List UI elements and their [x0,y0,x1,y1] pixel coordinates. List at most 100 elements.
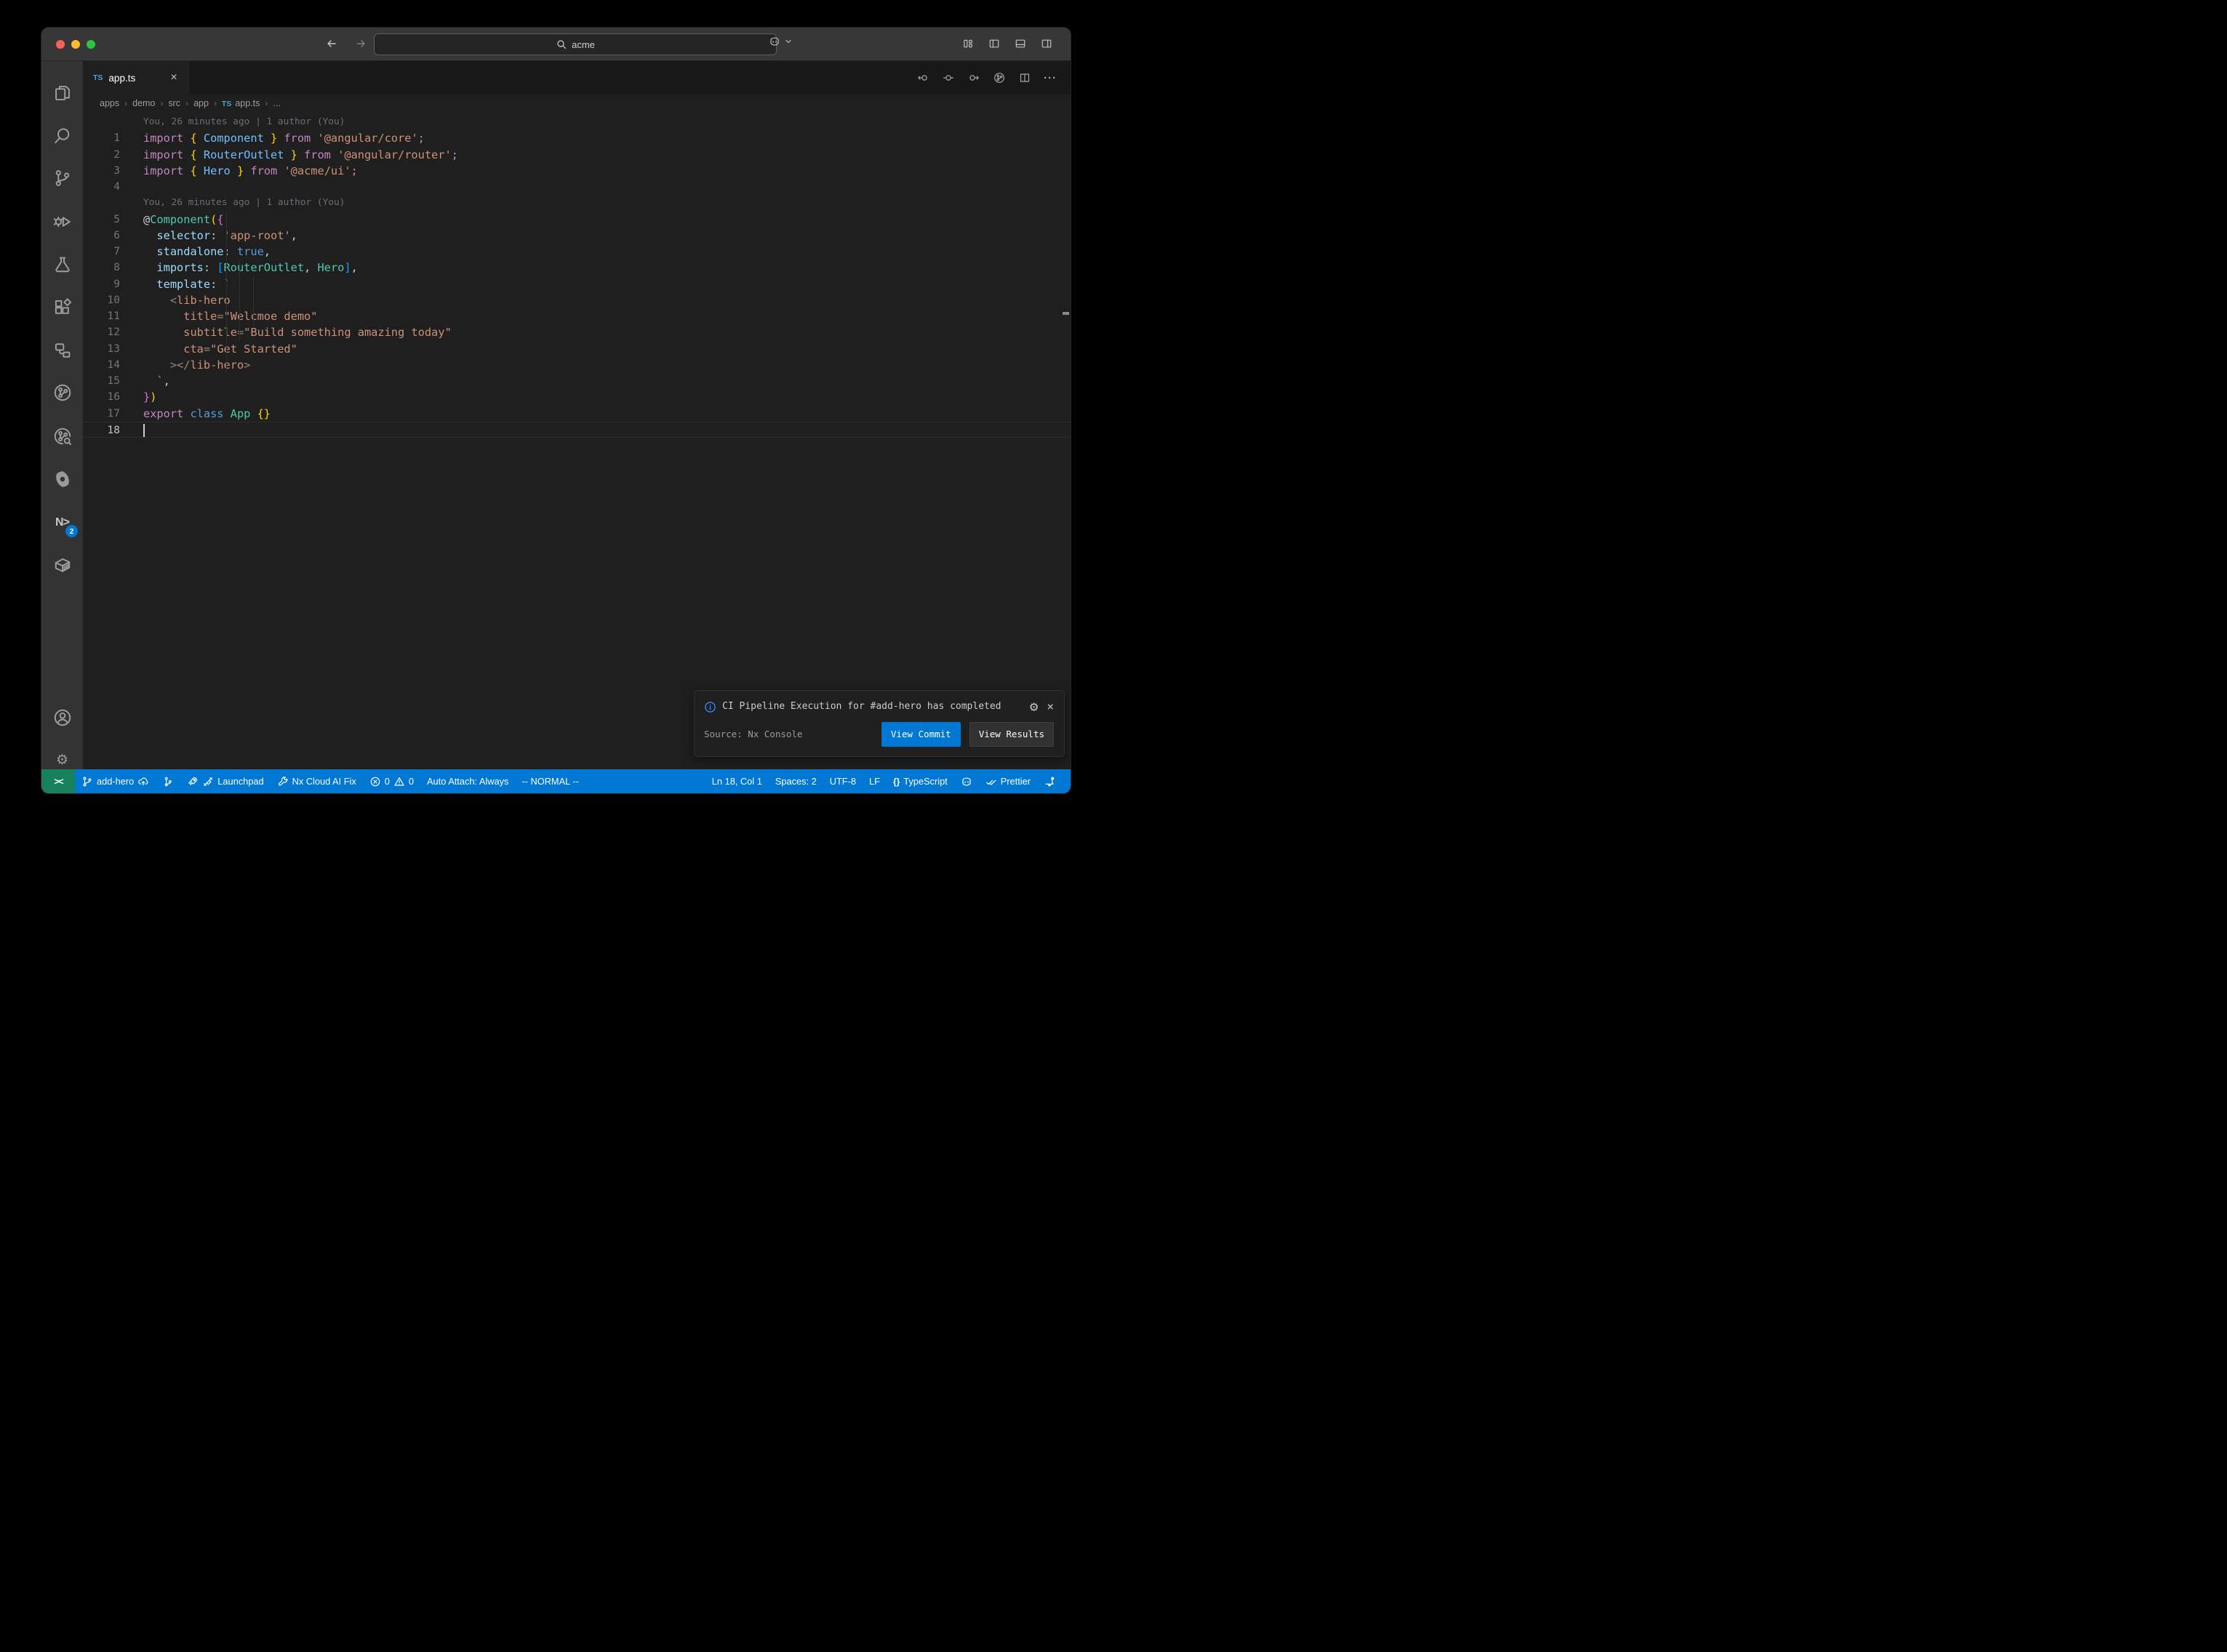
status-item-encoding[interactable]: UTF-8 [823,769,863,793]
breadcrumb-item[interactable]: src [168,98,180,108]
next-change-icon[interactable] [967,71,981,85]
braces-icon: {} [893,777,900,787]
breadcrumb-separator: › [124,98,127,108]
activity-badge: 2 [65,525,78,537]
more-actions-icon[interactable]: ··· [1043,71,1057,85]
error-icon [369,776,381,787]
code-line: 5@Component({ [83,212,1071,228]
notification-close-icon[interactable]: × [1047,699,1054,715]
code-line: 9 template: ` [83,276,1071,292]
code-line: 15 `, [83,373,1071,389]
status-item-language[interactable]: {}TypeScript [887,769,954,793]
status-item-auto-attach[interactable]: Auto Attach: Always [420,769,515,793]
breadcrumb-item[interactable]: ... [273,98,280,108]
view-commit-button[interactable]: View Commit [881,722,961,747]
activity-item-nx-cloud[interactable] [50,467,74,491]
code-editor[interactable]: You, 26 minutes ago | 1 author (You)1imp… [83,111,1071,769]
traffic-lights [56,40,95,49]
customize-layout-icon[interactable] [960,36,976,52]
view-results-button[interactable]: View Results [969,722,1054,747]
status-item-launchpad[interactable]: Launchpad [180,769,270,793]
code-line: 11 title="Welcmoe demo" [83,308,1071,324]
prev-change-icon[interactable] [916,71,930,85]
notification-buttons: View Commit View Results [881,722,1054,747]
zoom-window-button[interactable] [87,40,95,49]
activity-item-gitlens-search[interactable] [50,424,74,448]
activity-item-settings[interactable]: ⚙ [50,748,74,772]
editor-actions: ··· [916,61,1071,95]
minimize-window-button[interactable] [71,40,80,49]
chevron-down-icon [783,36,794,47]
panel-left-icon[interactable] [986,36,1002,52]
indent-guide [239,260,240,341]
open-changes-icon[interactable] [941,71,956,85]
breadcrumb-item[interactable]: apps [100,98,119,108]
status-item-formatter[interactable]: Prettier [979,769,1037,793]
breadcrumb-item[interactable]: TSapp.ts [222,98,260,108]
status-item-branch[interactable]: add-hero [75,769,156,793]
line-number: 15 [83,373,143,389]
indent-guide [253,276,254,325]
activity-item-containers[interactable] [50,553,74,577]
search-value: acme [572,39,595,50]
activity-item-search[interactable] [50,124,74,148]
remote-indicator[interactable]: >< [41,769,75,793]
code-line: 8 imports: [RouterOutlet, Hero], [83,260,1071,276]
activity-item-gitlens[interactable] [50,380,74,404]
status-right: Ln 18, Col 1Spaces: 2UTF-8LF{}TypeScript… [705,769,1071,793]
command-center-search[interactable]: acme [374,33,777,55]
circled-branch-icon[interactable] [992,71,1007,85]
blame-annotation: You, 26 minutes ago | 1 author (You) [83,195,1071,211]
status-item-problems[interactable]: 00 [363,769,420,793]
activity-item-extensions[interactable] [50,295,74,319]
breadcrumb-separator: › [265,98,268,108]
activity-item-run-and-debug[interactable] [50,209,74,233]
panel-bottom-icon[interactable] [1012,36,1028,52]
close-tab-icon[interactable]: × [167,71,181,85]
code-line: 7 standalone: true, [83,244,1071,260]
close-window-button[interactable] [56,40,65,49]
remote-icon: >< [54,776,62,787]
circled-branch-search-icon [53,427,72,446]
activity-item-accounts[interactable] [50,705,74,729]
activity-item-explorer[interactable] [50,81,74,105]
tab-app-ts[interactable]: TS app.ts × [83,61,189,95]
blame-annotation: You, 26 minutes ago | 1 author (You) [83,114,1071,130]
double-check-icon [985,776,997,787]
status-item-eol[interactable]: LF [863,769,887,793]
panel-right-icon[interactable] [1039,36,1055,52]
gear-icon: ⚙ [56,753,68,768]
status-item-copilot[interactable] [954,769,979,793]
status-item-nx-cloud-ai-fix[interactable]: Nx Cloud AI Fix [271,769,363,793]
search-icon [556,39,567,50]
activity-item-source-control[interactable] [50,166,74,190]
line-number: 4 [83,179,143,195]
status-item-commit-graph[interactable] [156,769,180,793]
notification-settings-icon[interactable]: ⚙ [1030,700,1038,714]
rocket-icon [187,776,199,787]
split-editor-icon[interactable] [1017,71,1032,85]
line-number: 3 [83,163,143,179]
copilot-menu[interactable] [769,36,794,47]
activity-item-testing[interactable] [50,252,74,276]
activity-item-project-structure[interactable] [50,338,74,362]
status-item-vim-mode[interactable]: -- NORMAL -- [515,769,585,793]
code-line: 16}) [83,389,1071,405]
line-number: 5 [83,212,143,228]
code-line: 13 cta="Get Started" [83,341,1071,357]
breadcrumb-item[interactable]: demo [132,98,155,108]
status-item-notifications[interactable] [1037,769,1062,793]
status-left: add-hero LaunchpadNx Cloud AI Fix00Auto A… [75,769,585,793]
breadcrumb-separator: › [185,98,188,108]
status-item-cursor-position[interactable]: Ln 18, Col 1 [705,769,769,793]
breadcrumb-item[interactable]: app [193,98,209,108]
ts-file-icon: TS [222,98,231,108]
status-item-indentation[interactable]: Spaces: 2 [769,769,823,793]
commit-graph-icon [162,776,174,787]
forward-button[interactable] [353,36,369,52]
code-line: 10 <lib-hero [83,292,1071,308]
back-button[interactable] [324,36,340,52]
activity-item-nx-console[interactable]: N>2 [50,510,74,534]
line-number: 14 [83,357,143,373]
line-number [83,195,143,211]
